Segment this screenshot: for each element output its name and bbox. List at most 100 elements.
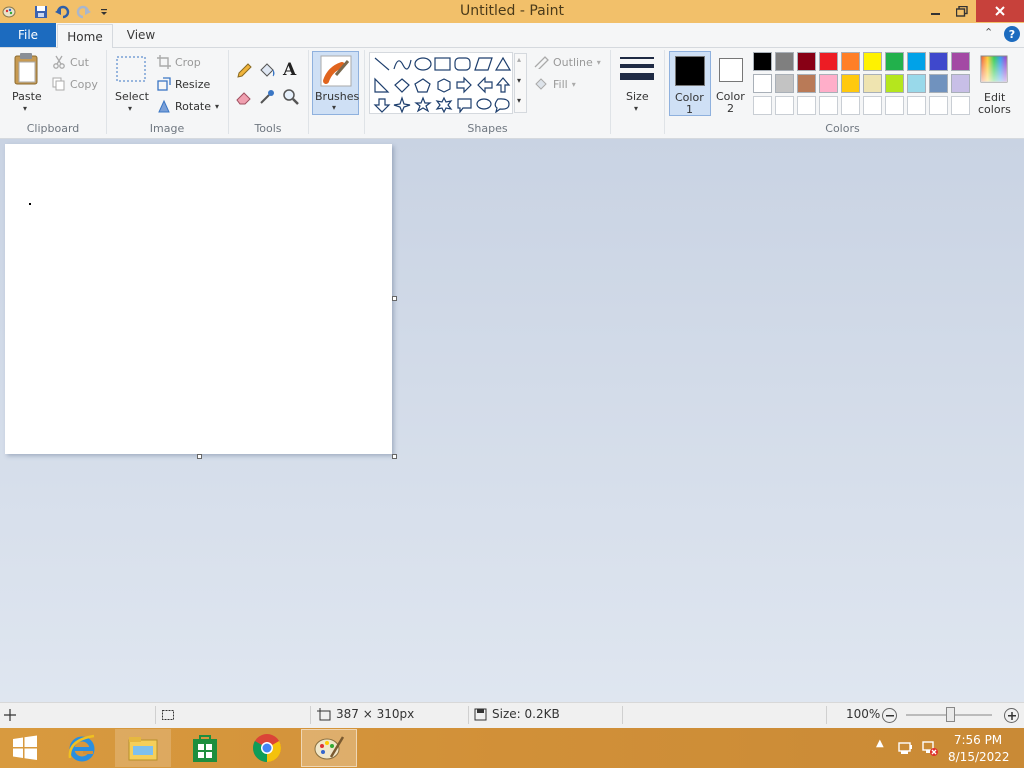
- help-icon[interactable]: ?: [1004, 26, 1020, 42]
- shapes-icon-set[interactable]: [372, 55, 512, 113]
- custom-color-slot[interactable]: [929, 96, 948, 115]
- drawing-canvas[interactable]: [5, 144, 392, 454]
- plus-icon: [1007, 711, 1016, 720]
- color-picker-icon[interactable]: [258, 88, 276, 106]
- rotate-button[interactable]: Rotate ▾: [157, 97, 219, 115]
- palette-swatch[interactable]: [951, 52, 970, 71]
- size-button[interactable]: Size ▾: [616, 52, 658, 114]
- rainbow-icon: [980, 55, 1008, 83]
- outline-button[interactable]: Outline ▾: [533, 53, 601, 71]
- custom-color-slot[interactable]: [885, 96, 904, 115]
- clipboard-group-label: Clipboard: [26, 122, 80, 135]
- divider: [610, 50, 611, 134]
- palette-swatch[interactable]: [841, 74, 860, 93]
- custom-color-slot[interactable]: [907, 96, 926, 115]
- canvas-size-icon: [317, 708, 331, 721]
- scroll-down-icon[interactable]: ▾: [517, 76, 521, 85]
- cut-button[interactable]: Cut: [52, 53, 89, 71]
- copy-button[interactable]: Copy: [52, 75, 98, 93]
- resize-handle-right[interactable]: [392, 296, 397, 301]
- palette-swatch[interactable]: [885, 52, 904, 71]
- zoom-out-button[interactable]: [882, 708, 897, 723]
- color1-button[interactable]: Color 1: [669, 51, 711, 116]
- window-title: Untitled - Paint: [460, 3, 564, 19]
- eraser-icon[interactable]: [235, 88, 253, 106]
- resize-handle-bottom[interactable]: [197, 454, 202, 459]
- store-icon: [193, 735, 217, 762]
- shapes-expand-icon[interactable]: ▾: [517, 96, 521, 105]
- divider: [310, 706, 311, 724]
- clock-time[interactable]: 7:56 PM: [948, 733, 1008, 747]
- resize-button[interactable]: Resize: [157, 75, 210, 93]
- power-icon[interactable]: [897, 739, 915, 757]
- palette-swatch[interactable]: [863, 52, 882, 71]
- palette-swatch[interactable]: [951, 74, 970, 93]
- edit-colors-button[interactable]: Edit colors: [976, 52, 1012, 116]
- palette-swatch[interactable]: [753, 52, 772, 71]
- custom-color-slot[interactable]: [841, 96, 860, 115]
- clock-date[interactable]: 8/15/2022: [948, 750, 1010, 764]
- custom-color-slot[interactable]: [863, 96, 882, 115]
- fill-button[interactable]: Fill ▾: [533, 75, 576, 93]
- palette-swatch[interactable]: [797, 74, 816, 93]
- palette-swatch[interactable]: [797, 52, 816, 71]
- size-label: Size: [626, 90, 649, 103]
- shapes-scrollbar[interactable]: ▴ ▾ ▾: [514, 53, 527, 113]
- custom-color-slot[interactable]: [819, 96, 838, 115]
- custom-color-slot[interactable]: [797, 96, 816, 115]
- brush-icon: [320, 55, 352, 87]
- custom-color-slot[interactable]: [951, 96, 970, 115]
- crop-button[interactable]: Crop: [157, 53, 201, 71]
- zoom-in-button[interactable]: [1004, 708, 1019, 723]
- palette-swatch[interactable]: [819, 74, 838, 93]
- brushes-button[interactable]: Brushes ▾: [312, 51, 359, 115]
- fill-bucket-icon[interactable]: [258, 62, 276, 80]
- magnifier-icon[interactable]: [282, 88, 300, 106]
- palette-swatch[interactable]: [907, 52, 926, 71]
- brushes-dropdown-icon: ▾: [332, 103, 337, 112]
- file-explorer-button[interactable]: [115, 729, 171, 767]
- pencil-icon[interactable]: [235, 62, 253, 80]
- palette-swatch[interactable]: [819, 52, 838, 71]
- custom-color-slot[interactable]: [775, 96, 794, 115]
- tab-view[interactable]: View: [115, 23, 167, 47]
- show-hidden-icons-icon[interactable]: ▲: [876, 738, 884, 749]
- start-button[interactable]: [0, 729, 50, 767]
- palette-swatch[interactable]: [929, 74, 948, 93]
- copy-label: Copy: [70, 77, 98, 91]
- store-button[interactable]: [177, 729, 233, 767]
- palette-swatch[interactable]: [753, 74, 772, 93]
- paint-palette-icon: [314, 736, 345, 760]
- paste-button[interactable]: Paste ▾: [8, 52, 46, 114]
- palette-swatch[interactable]: [885, 74, 904, 93]
- palette-swatch[interactable]: [775, 52, 794, 71]
- custom-color-slot[interactable]: [753, 96, 772, 115]
- palette-swatch[interactable]: [863, 74, 882, 93]
- network-icon[interactable]: [921, 739, 939, 757]
- chrome-button[interactable]: [239, 729, 295, 767]
- file-size: Size: 0.2KB: [492, 707, 560, 721]
- tab-file[interactable]: File: [0, 23, 56, 47]
- text-tool-icon[interactable]: A: [283, 60, 296, 80]
- color2-number: 2: [727, 102, 734, 115]
- close-button[interactable]: [976, 0, 1024, 22]
- palette-swatch[interactable]: [929, 52, 948, 71]
- palette-swatch[interactable]: [907, 74, 926, 93]
- paint-taskbar-button[interactable]: [301, 729, 357, 767]
- select-button[interactable]: Select ▾: [113, 52, 151, 114]
- zoom-slider-thumb[interactable]: [946, 707, 955, 722]
- color2-swatch: [719, 58, 743, 82]
- tab-home[interactable]: Home: [57, 24, 113, 48]
- internet-explorer-button[interactable]: [54, 729, 110, 767]
- color1-number: 1: [686, 103, 693, 116]
- scroll-up-icon[interactable]: ▴: [517, 55, 521, 64]
- palette-swatch[interactable]: [775, 74, 794, 93]
- drawn-dot: [29, 203, 31, 205]
- color2-button[interactable]: Color 2: [713, 51, 751, 116]
- resize-label: Resize: [175, 77, 211, 91]
- restore-button[interactable]: [947, 0, 977, 22]
- minimize-ribbon-icon[interactable]: ⌃: [984, 26, 993, 39]
- selection-size-icon: [161, 709, 175, 721]
- palette-swatch[interactable]: [841, 52, 860, 71]
- resize-handle-corner[interactable]: [392, 454, 397, 459]
